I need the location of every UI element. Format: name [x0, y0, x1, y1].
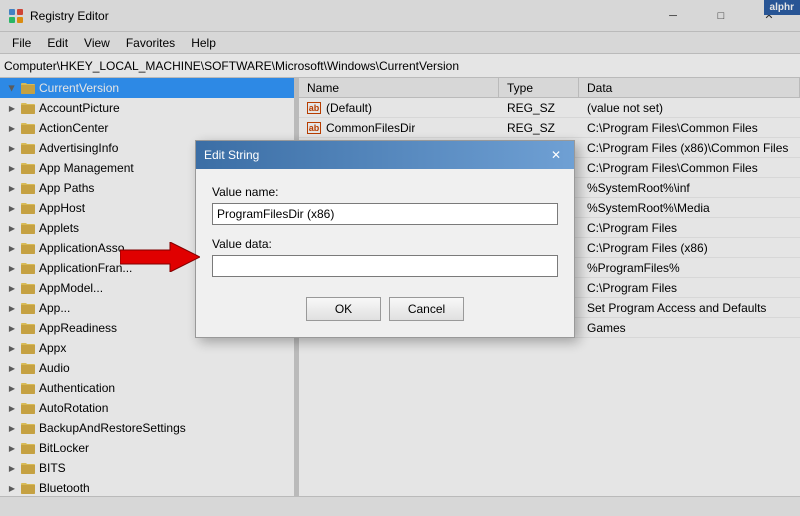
- value-data-input[interactable]: [212, 255, 558, 277]
- dialog-title: Edit String: [204, 148, 259, 162]
- value-name-input[interactable]: [212, 203, 558, 225]
- value-data-label: Value data:: [212, 237, 558, 251]
- cancel-button[interactable]: Cancel: [389, 297, 464, 321]
- dialog-buttons: OK Cancel: [212, 297, 558, 321]
- modal-overlay: Edit String ✕ Value name: Value data: OK…: [0, 0, 800, 516]
- edit-string-dialog: Edit String ✕ Value name: Value data: OK…: [195, 140, 575, 338]
- value-name-label: Value name:: [212, 185, 558, 199]
- dialog-title-bar: Edit String ✕: [196, 141, 574, 169]
- dialog-body: Value name: Value data: OK Cancel: [196, 169, 574, 337]
- dialog-close-button[interactable]: ✕: [546, 145, 566, 165]
- ok-button[interactable]: OK: [306, 297, 381, 321]
